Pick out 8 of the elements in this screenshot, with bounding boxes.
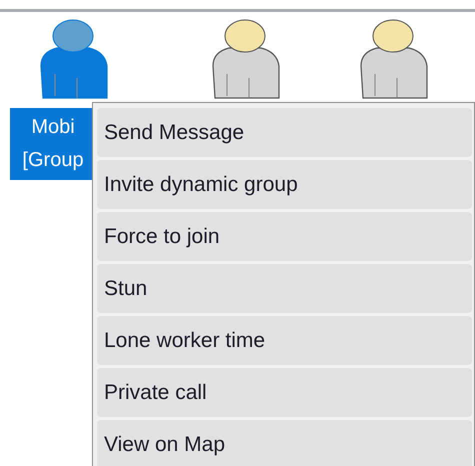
user-label: Mobi [Group xyxy=(10,108,92,180)
menu-item[interactable]: Invite dynamic group xyxy=(97,160,472,209)
menu-item[interactable]: Lone worker time xyxy=(97,316,472,365)
menu-item[interactable]: Private call xyxy=(97,368,472,417)
menu-item[interactable]: Force to join xyxy=(97,212,472,261)
menu-item[interactable]: View on Map xyxy=(97,420,472,466)
menu-item[interactable]: Stun xyxy=(97,264,472,313)
menu-item[interactable]: Send Message xyxy=(97,108,472,157)
